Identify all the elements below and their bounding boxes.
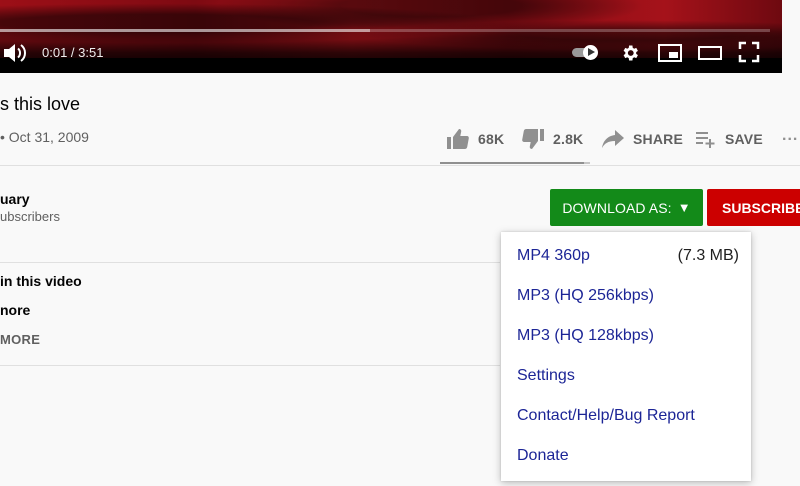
save-button[interactable]: SAVE — [695, 129, 763, 149]
video-meta-date: • Oct 31, 2009 — [0, 129, 89, 145]
save-label: SAVE — [725, 131, 763, 147]
dislike-button[interactable]: 2.8K — [521, 129, 583, 149]
time-display: 0:01 / 3:51 — [42, 45, 104, 60]
menu-item-mp3-128[interactable]: MP3 (HQ 128kbps) — [517, 324, 739, 348]
sentiment-bar — [440, 162, 590, 164]
menu-item-settings[interactable]: Settings — [517, 364, 739, 388]
progress-buffered — [0, 29, 370, 32]
miniplayer-icon[interactable] — [657, 42, 683, 69]
more-actions-button[interactable]: ... — [782, 126, 798, 146]
description-line-2: nore — [0, 302, 31, 318]
menu-item-label: MP4 360p — [517, 247, 590, 264]
menu-item-contact-help[interactable]: Contact/Help/Bug Report — [517, 404, 739, 428]
add-to-playlist-icon — [696, 132, 715, 148]
video-title: s this love — [0, 94, 81, 114]
divider-description — [0, 262, 500, 263]
dislike-count: 2.8K — [553, 131, 584, 147]
fullscreen-icon[interactable] — [738, 41, 760, 68]
progress-bar[interactable] — [0, 29, 770, 32]
description-line-1: in this video — [0, 273, 82, 289]
subscriber-count: ubscribers — [0, 209, 60, 224]
menu-item-mp4-360p[interactable]: MP4 360p (7.3 MB) — [517, 244, 739, 268]
menu-item-label: MP3 (HQ 128kbps) — [517, 327, 654, 344]
download-as-button[interactable]: DOWNLOAD AS: ▼ — [550, 189, 703, 226]
subscribe-button[interactable]: SUBSCRIBE — [707, 189, 800, 226]
menu-item-label: Settings — [517, 367, 575, 384]
like-button[interactable]: 68K — [446, 129, 504, 149]
thumbs-up-icon — [447, 129, 469, 149]
download-as-label: DOWNLOAD AS: — [562, 199, 672, 216]
menu-item-label: MP3 (HQ 256kbps) — [517, 287, 654, 304]
menu-item-donate[interactable]: Donate — [517, 444, 739, 468]
theater-mode-icon[interactable] — [697, 42, 723, 69]
divider-top — [0, 165, 800, 166]
autoplay-toggle[interactable] — [572, 45, 600, 60]
channel-name[interactable]: uary — [0, 191, 30, 207]
menu-item-mp3-256[interactable]: MP3 (HQ 256kbps) — [517, 284, 739, 308]
download-format-menu: MP4 360p (7.3 MB) MP3 (HQ 256kbps) MP3 (… — [501, 232, 751, 481]
share-button[interactable]: SHARE — [601, 129, 683, 149]
share-arrow-icon — [602, 130, 624, 148]
like-count: 68K — [478, 131, 505, 147]
file-size: (7.3 MB) — [677, 247, 739, 264]
settings-gear-icon[interactable] — [620, 43, 640, 68]
autoplay-knob — [583, 45, 598, 60]
thumbs-down-icon — [522, 129, 544, 149]
video-player[interactable]: 0:01 / 3:51 — [0, 0, 782, 73]
volume-icon[interactable] — [2, 42, 28, 69]
divider-bottom — [0, 365, 500, 366]
download-dropdown-arrow-icon: ▼ — [677, 200, 691, 215]
player-controls: 0:01 / 3:51 — [0, 38, 782, 68]
sentiment-bar-likes — [440, 162, 584, 164]
menu-item-label: Donate — [517, 447, 569, 464]
show-more-link[interactable]: MORE — [0, 332, 40, 347]
share-label: SHARE — [633, 131, 684, 147]
menu-item-label: Contact/Help/Bug Report — [517, 407, 695, 424]
